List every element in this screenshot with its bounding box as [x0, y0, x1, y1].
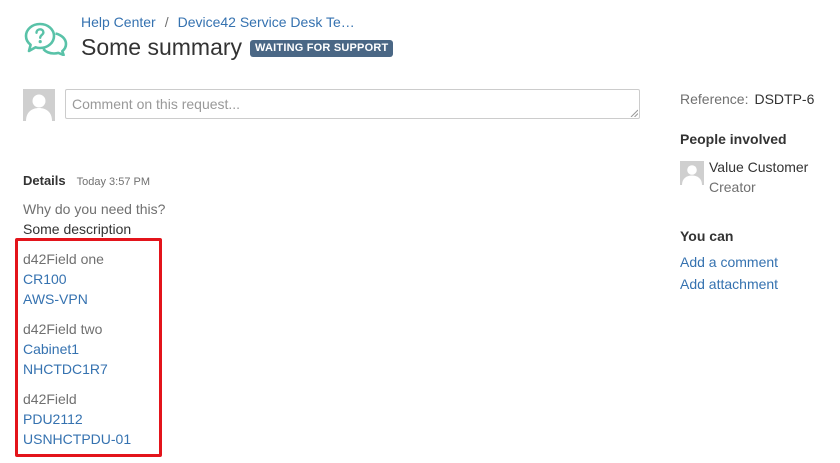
highlight-annotation-box: [15, 238, 162, 457]
comment-input[interactable]: Comment on this request...: [65, 89, 640, 119]
breadcrumb-help-center-link[interactable]: Help Center: [81, 14, 156, 30]
person-avatar-icon: [680, 161, 704, 185]
request-header: Some summary WAITING FOR SUPPORT: [81, 34, 394, 61]
user-avatar-icon: [23, 89, 55, 121]
you-can-heading: You can: [680, 228, 734, 244]
details-header: Details Today 3:57 PM: [23, 173, 150, 188]
question-answer: Some description: [23, 221, 132, 237]
people-involved-heading: People involved: [680, 131, 787, 147]
reference-label: Reference:: [680, 91, 749, 107]
breadcrumb-separator: /: [164, 14, 169, 30]
reference-value: DSDTP-6: [754, 91, 815, 107]
page-title: Some summary: [81, 34, 243, 60]
breadcrumb-service-desk-link[interactable]: Device42 Service Desk Te…: [178, 14, 355, 30]
details-question-block: Why do you need this? Some description: [23, 199, 165, 239]
status-badge: WAITING FOR SUPPORT: [250, 40, 394, 57]
details-timestamp: Today 3:57 PM: [76, 176, 151, 188]
resize-handle-icon[interactable]: [630, 109, 638, 117]
breadcrumb: Help Center / Device42 Service Desk Te…: [81, 14, 355, 30]
person-role: Creator: [709, 179, 756, 195]
reference-row: Reference: DSDTP-6: [680, 91, 814, 107]
details-label: Details: [23, 173, 66, 188]
person-name: Value Customer: [709, 159, 809, 175]
add-attachment-link[interactable]: Add attachment: [680, 276, 778, 292]
add-comment-link[interactable]: Add a comment: [680, 254, 778, 270]
help-center-logo-icon[interactable]: [24, 22, 68, 57]
question-label: Why do you need this?: [23, 201, 166, 217]
comment-placeholder: Comment on this request...: [72, 96, 241, 112]
